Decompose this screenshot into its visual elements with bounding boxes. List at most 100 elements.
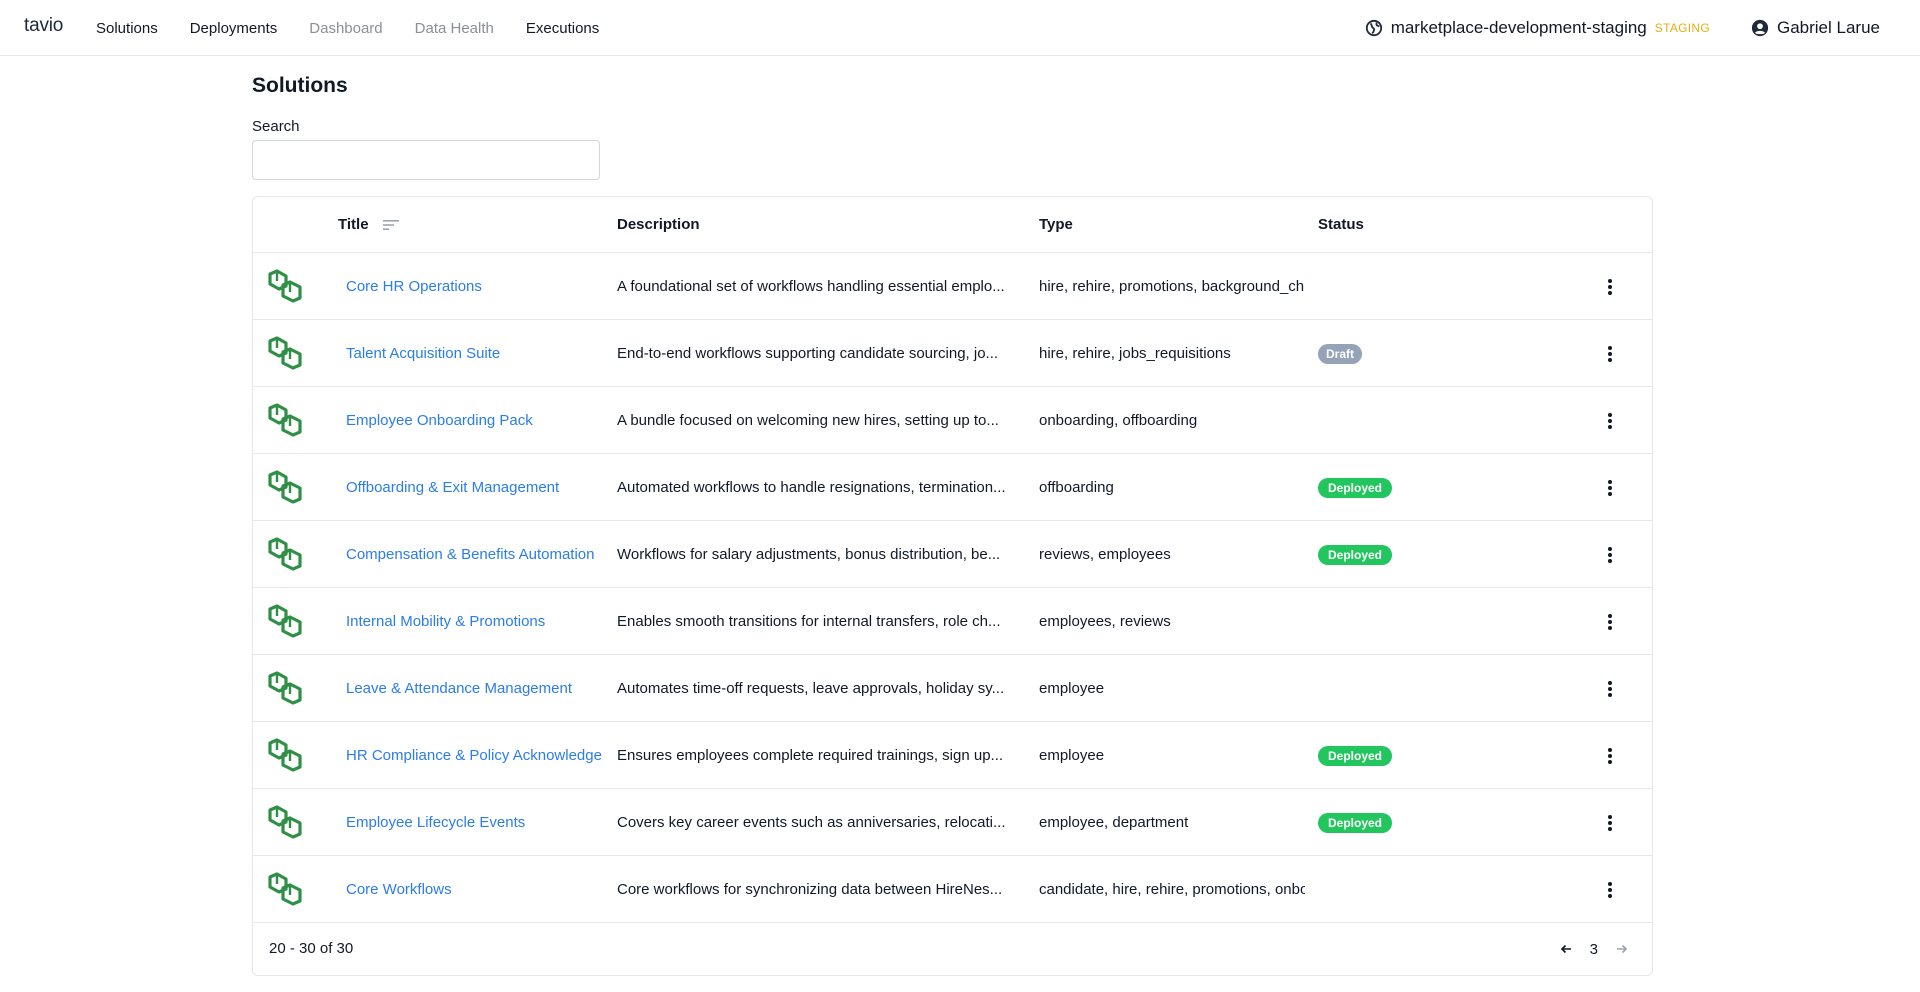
user-menu[interactable]: Gabriel Larue <box>1751 0 1880 56</box>
table-row: Employee Lifecycle Events Covers key care… <box>253 789 1652 856</box>
table-row: Internal Mobility & Promotions Enables sm… <box>253 588 1652 655</box>
solution-status: Deployed <box>1318 454 1468 521</box>
row-menu-button[interactable] <box>1598 387 1622 454</box>
search-label: Search <box>252 118 300 135</box>
solutions-table: Title Description Type Status Core HR Op… <box>252 196 1653 976</box>
user-avatar-icon <box>1751 19 1769 37</box>
status-badge: Deployed <box>1318 746 1393 767</box>
table-row: Offboarding & Exit Management Automated w… <box>253 454 1652 521</box>
solution-logo-icon <box>267 387 311 454</box>
solution-title-link[interactable]: Employee Lifecycle Events <box>346 789 608 856</box>
top-navigation-bar: tavio Solutions Deployments Dashboard Da… <box>0 0 1920 56</box>
solution-title-link[interactable]: Talent Acquisition Suite <box>346 320 608 387</box>
solution-status: Draft <box>1318 320 1468 387</box>
solution-description: End-to-end workflows supporting candidat… <box>617 345 999 362</box>
solution-logo-icon <box>267 655 311 722</box>
column-header-description: Description <box>617 216 700 233</box>
row-menu-button[interactable] <box>1598 789 1622 856</box>
solution-title-link[interactable]: Leave & Attendance Management <box>346 655 608 722</box>
solution-logo-icon <box>267 521 311 588</box>
arrow-right-icon <box>1617 944 1628 954</box>
solution-status <box>1318 387 1468 454</box>
brand-logo[interactable]: tavio <box>24 15 63 37</box>
solution-title-link[interactable]: Internal Mobility & Promotions <box>346 588 608 655</box>
solution-logo-icon <box>267 789 311 856</box>
column-header-type: Type <box>1039 216 1073 233</box>
pagination-controls: 3 <box>1556 923 1632 975</box>
more-vertical-icon <box>1608 613 1612 630</box>
solution-description: Covers key career events such as anniver… <box>617 814 1006 831</box>
solution-status <box>1318 253 1468 320</box>
previous-page-button[interactable] <box>1556 939 1576 959</box>
table-row: Core HR Operations A foundational set of … <box>253 253 1652 320</box>
solution-type: offboarding <box>1039 479 1114 496</box>
row-menu-button[interactable] <box>1598 253 1622 320</box>
page-title: Solutions <box>252 74 348 97</box>
solution-description: Automated workflows to handle resignatio… <box>617 479 1006 496</box>
solution-title-link[interactable]: Employee Onboarding Pack <box>346 387 608 454</box>
status-badge: Draft <box>1318 344 1363 365</box>
row-menu-button[interactable] <box>1598 655 1622 722</box>
nav-deployments[interactable]: Deployments <box>190 20 278 37</box>
more-vertical-icon <box>1608 479 1612 496</box>
solution-logo-icon <box>267 253 311 320</box>
table-row: Compensation & Benefits Automation Workfl… <box>253 521 1652 588</box>
globe-icon <box>1365 19 1382 37</box>
solution-description: Automates time-off requests, leave appro… <box>617 680 1005 697</box>
solution-status: Deployed <box>1318 722 1468 789</box>
column-title-label: Title <box>338 216 369 233</box>
table-row: Talent Acquisition Suite End-to-end workf… <box>253 320 1652 387</box>
solution-status <box>1318 588 1468 655</box>
solution-description: Core workflows for synchronizing data be… <box>617 881 1003 898</box>
table-row: HR Compliance & Policy Acknowledge Ensure… <box>253 722 1652 789</box>
nav-solutions[interactable]: Solutions <box>96 20 158 37</box>
nav-dashboard[interactable]: Dashboard <box>309 20 382 37</box>
solution-type: employee <box>1039 680 1105 697</box>
more-vertical-icon <box>1608 546 1612 563</box>
more-vertical-icon <box>1608 747 1612 764</box>
solution-title-link[interactable]: Compensation & Benefits Automation <box>346 521 608 588</box>
table-row: Core Workflows Core workflows for synchro… <box>253 856 1652 923</box>
solution-title-link[interactable]: Core HR Operations <box>346 253 608 320</box>
environment-selector[interactable]: marketplace-development-staging STAGING <box>1365 0 1710 56</box>
next-page-button[interactable] <box>1612 939 1632 959</box>
sort-icon[interactable] <box>382 219 399 231</box>
more-vertical-icon <box>1608 881 1612 898</box>
row-menu-button[interactable] <box>1598 521 1622 588</box>
row-menu-button[interactable] <box>1598 856 1622 923</box>
row-menu-button[interactable] <box>1598 454 1622 521</box>
solution-type: employees, reviews <box>1039 613 1171 630</box>
more-vertical-icon <box>1608 278 1612 295</box>
table-row: Leave & Attendance Management Automates t… <box>253 655 1652 722</box>
column-header-title[interactable]: Title <box>338 197 399 253</box>
user-name: Gabriel Larue <box>1776 18 1880 37</box>
solution-status: Deployed <box>1318 521 1468 588</box>
solution-title-link[interactable]: HR Compliance & Policy Acknowledge <box>346 722 608 789</box>
solution-description: A foundational set of workflows handling… <box>617 278 1005 295</box>
more-vertical-icon <box>1608 680 1612 697</box>
nav-data-health[interactable]: Data Health <box>415 20 494 37</box>
solution-description: A bundle focused on welcoming new hires,… <box>617 412 999 429</box>
table-footer: 20 - 30 of 30 3 <box>253 923 1652 975</box>
more-vertical-icon <box>1608 412 1612 429</box>
solution-type: onboarding, offboarding <box>1039 412 1198 429</box>
nav-executions[interactable]: Executions <box>526 20 599 37</box>
solution-logo-icon <box>267 454 311 521</box>
status-badge: Deployed <box>1318 545 1393 566</box>
column-header-status: Status <box>1318 216 1364 233</box>
environment-badge: STAGING <box>1654 21 1710 35</box>
solution-title-link[interactable]: Core Workflows <box>346 856 608 923</box>
solution-type: employee <box>1039 747 1105 764</box>
solution-logo-icon <box>267 588 311 655</box>
more-vertical-icon <box>1608 814 1612 831</box>
solution-description: Workflows for salary adjustments, bonus … <box>617 546 1001 563</box>
arrow-left-icon <box>1560 944 1571 954</box>
status-badge: Deployed <box>1318 813 1393 834</box>
search-input[interactable] <box>252 140 600 180</box>
solution-title-link[interactable]: Offboarding & Exit Management <box>346 454 608 521</box>
table-header: Title Description Type Status <box>253 197 1652 253</box>
row-menu-button[interactable] <box>1598 722 1622 789</box>
solution-status <box>1318 856 1468 923</box>
row-menu-button[interactable] <box>1598 588 1622 655</box>
row-menu-button[interactable] <box>1598 320 1622 387</box>
